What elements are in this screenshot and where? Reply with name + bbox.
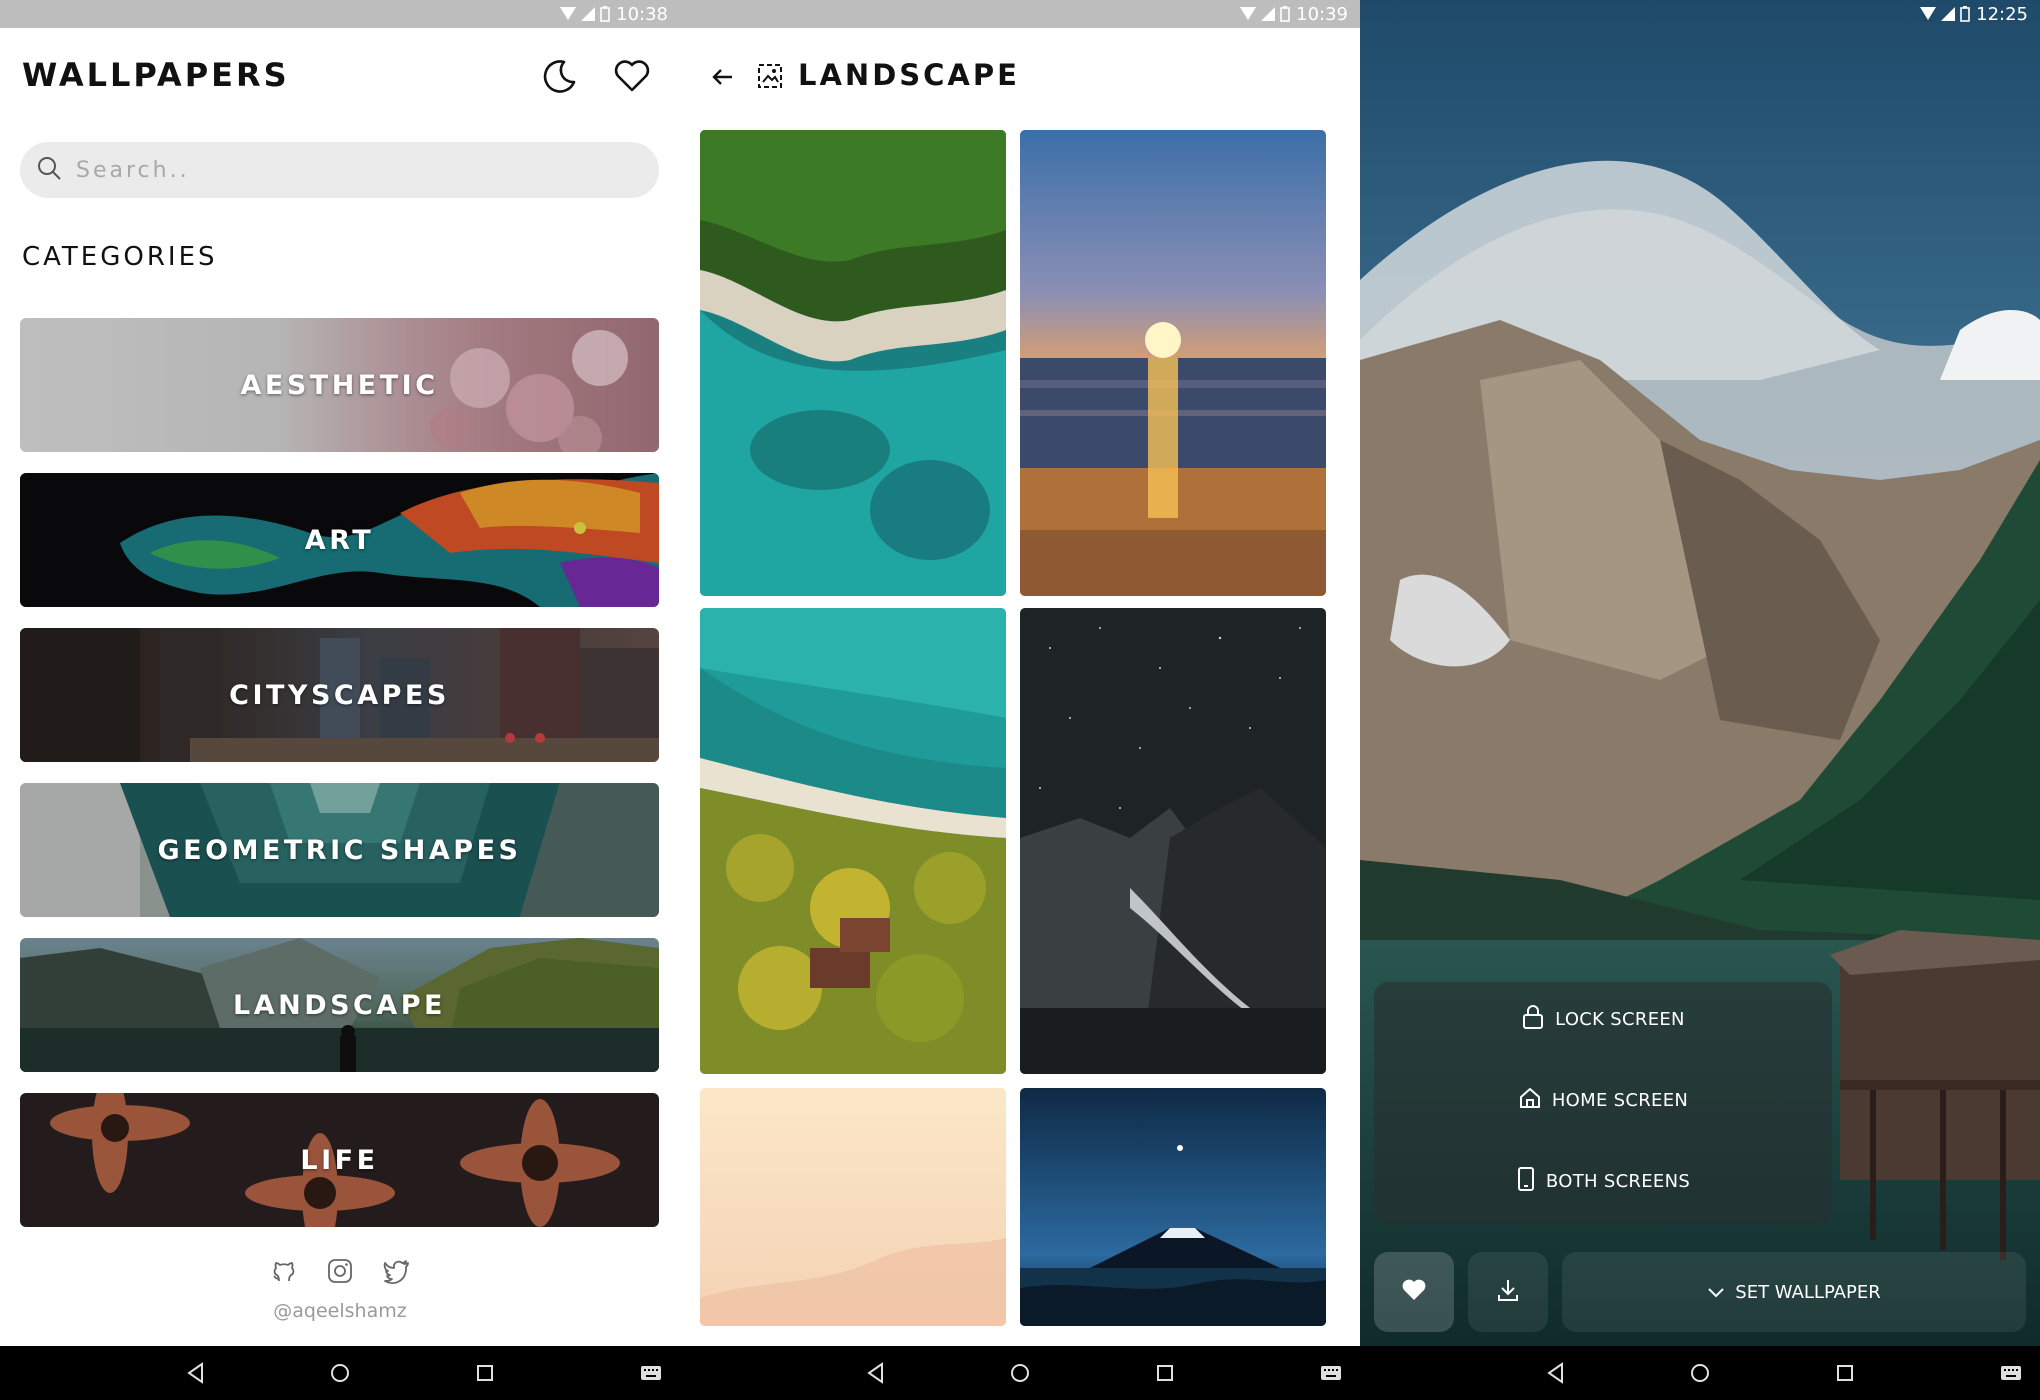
twitter-icon[interactable] <box>382 1257 410 1285</box>
page-title: LANDSCAPE <box>798 58 1020 92</box>
category-card-life[interactable]: LIFE <box>20 1093 659 1227</box>
keyboard-icon[interactable] <box>640 1365 662 1381</box>
nav-recents-icon[interactable] <box>1835 1363 1855 1383</box>
status-time: 10:39 <box>1296 3 1348 25</box>
nav-back-icon[interactable] <box>865 1362 887 1384</box>
system-nav-bar <box>0 1346 680 1400</box>
nav-recents-icon[interactable] <box>475 1363 495 1383</box>
wallpaper-thumbnail[interactable] <box>700 608 1006 1074</box>
wallpaper-thumbnail[interactable] <box>1020 608 1326 1074</box>
set-wallpaper-options: LOCK SCREEN HOME SCREEN BOTH SCREENS <box>1374 982 1832 1224</box>
preview-action-bar: SET WALLPAPER <box>1374 1252 2026 1332</box>
phone-icon <box>1516 1166 1536 1197</box>
set-wallpaper-label: SET WALLPAPER <box>1735 1281 1881 1303</box>
status-time: 12:25 <box>1976 3 2028 25</box>
instagram-icon[interactable] <box>326 1257 354 1285</box>
moon-icon[interactable] <box>540 56 580 96</box>
social-links <box>270 1257 410 1285</box>
beach-aerial-image <box>700 130 1006 596</box>
nav-back-icon[interactable] <box>185 1362 207 1384</box>
option-label: BOTH SCREENS <box>1545 1171 1691 1192</box>
category-card-art[interactable]: ART <box>20 473 659 607</box>
category-label: CITYSCAPES <box>229 679 450 711</box>
chevron-down-icon <box>1707 1282 1725 1303</box>
back-arrow-icon[interactable] <box>710 64 736 90</box>
download-button[interactable] <box>1468 1252 1548 1332</box>
status-bar: 10:39 <box>680 0 1360 28</box>
heart-filled-icon <box>1401 1278 1427 1306</box>
category-label: LIFE <box>300 1144 379 1176</box>
lock-icon <box>1521 1004 1545 1035</box>
option-label: HOME SCREEN <box>1551 1090 1689 1111</box>
category-card-geometric-shapes[interactable]: GEOMETRIC SHAPES <box>20 783 659 917</box>
image-icon <box>756 62 784 90</box>
sunset-sea-image <box>1020 130 1326 596</box>
keyboard-icon[interactable] <box>1320 1365 1342 1381</box>
lock-screen-option[interactable]: LOCK SCREEN <box>1374 1004 1832 1035</box>
category-label: GEOMETRIC SHAPES <box>157 834 522 866</box>
github-icon[interactable] <box>270 1257 298 1285</box>
category-card-cityscapes[interactable]: CITYSCAPES <box>20 628 659 762</box>
nav-recents-icon[interactable] <box>1155 1363 1175 1383</box>
volcano-night-image <box>1020 1088 1326 1326</box>
categories-screen: 10:38 WALLPAPERS CATEGORIES AESTHETIC <box>0 0 680 1400</box>
section-title: CATEGORIES <box>22 242 218 272</box>
home-icon <box>1518 1086 1542 1115</box>
both-screens-option[interactable]: BOTH SCREENS <box>1374 1166 1832 1197</box>
search-bar[interactable] <box>20 142 659 198</box>
wallpaper-thumbnail[interactable] <box>1020 1088 1326 1326</box>
favorite-button[interactable] <box>1374 1252 1454 1332</box>
search-icon <box>36 155 62 185</box>
heart-icon[interactable] <box>612 56 652 96</box>
tropical-beach-image <box>700 608 1006 1074</box>
category-detail-screen: 10:39 LANDSCAPE <box>680 0 1360 1400</box>
home-screen-option[interactable]: HOME SCREEN <box>1374 1086 1832 1115</box>
category-label: AESTHETIC <box>240 369 439 401</box>
status-bar: 10:38 <box>0 0 680 28</box>
option-label: LOCK SCREEN <box>1555 1009 1685 1030</box>
nav-home-icon[interactable] <box>329 1362 351 1384</box>
app-title: WALLPAPERS <box>22 56 290 94</box>
status-icons <box>1920 6 1970 22</box>
social-handle: @aqeelshamz <box>273 1300 407 1322</box>
category-label: ART <box>304 524 375 556</box>
status-bar: 12:25 <box>1360 0 2040 28</box>
wallpaper-thumbnail[interactable] <box>700 1088 1006 1326</box>
category-label: LANDSCAPE <box>233 989 446 1021</box>
night-mountain-image <box>1020 608 1326 1074</box>
category-card-aesthetic[interactable]: AESTHETIC <box>20 318 659 452</box>
wallpaper-thumbnail[interactable] <box>700 130 1006 596</box>
download-icon <box>1495 1277 1521 1307</box>
category-card-landscape[interactable]: LANDSCAPE <box>20 938 659 1072</box>
wallpaper-preview-screen: 12:25 LOCK SCREEN HOME SCREEN BOTH SCREE… <box>1360 0 2040 1400</box>
nav-back-icon[interactable] <box>1545 1362 1567 1384</box>
set-wallpaper-button[interactable]: SET WALLPAPER <box>1562 1252 2026 1332</box>
status-icons <box>1240 6 1290 22</box>
status-time: 10:38 <box>616 3 668 25</box>
system-nav-bar <box>1360 1346 2040 1400</box>
wallpaper-thumbnail[interactable] <box>1020 130 1326 596</box>
search-input[interactable] <box>76 157 636 183</box>
keyboard-icon[interactable] <box>2000 1365 2022 1381</box>
system-nav-bar <box>680 1346 1360 1400</box>
pastel-hills-image <box>700 1088 1006 1326</box>
status-icons <box>560 6 610 22</box>
nav-home-icon[interactable] <box>1009 1362 1031 1384</box>
nav-home-icon[interactable] <box>1689 1362 1711 1384</box>
